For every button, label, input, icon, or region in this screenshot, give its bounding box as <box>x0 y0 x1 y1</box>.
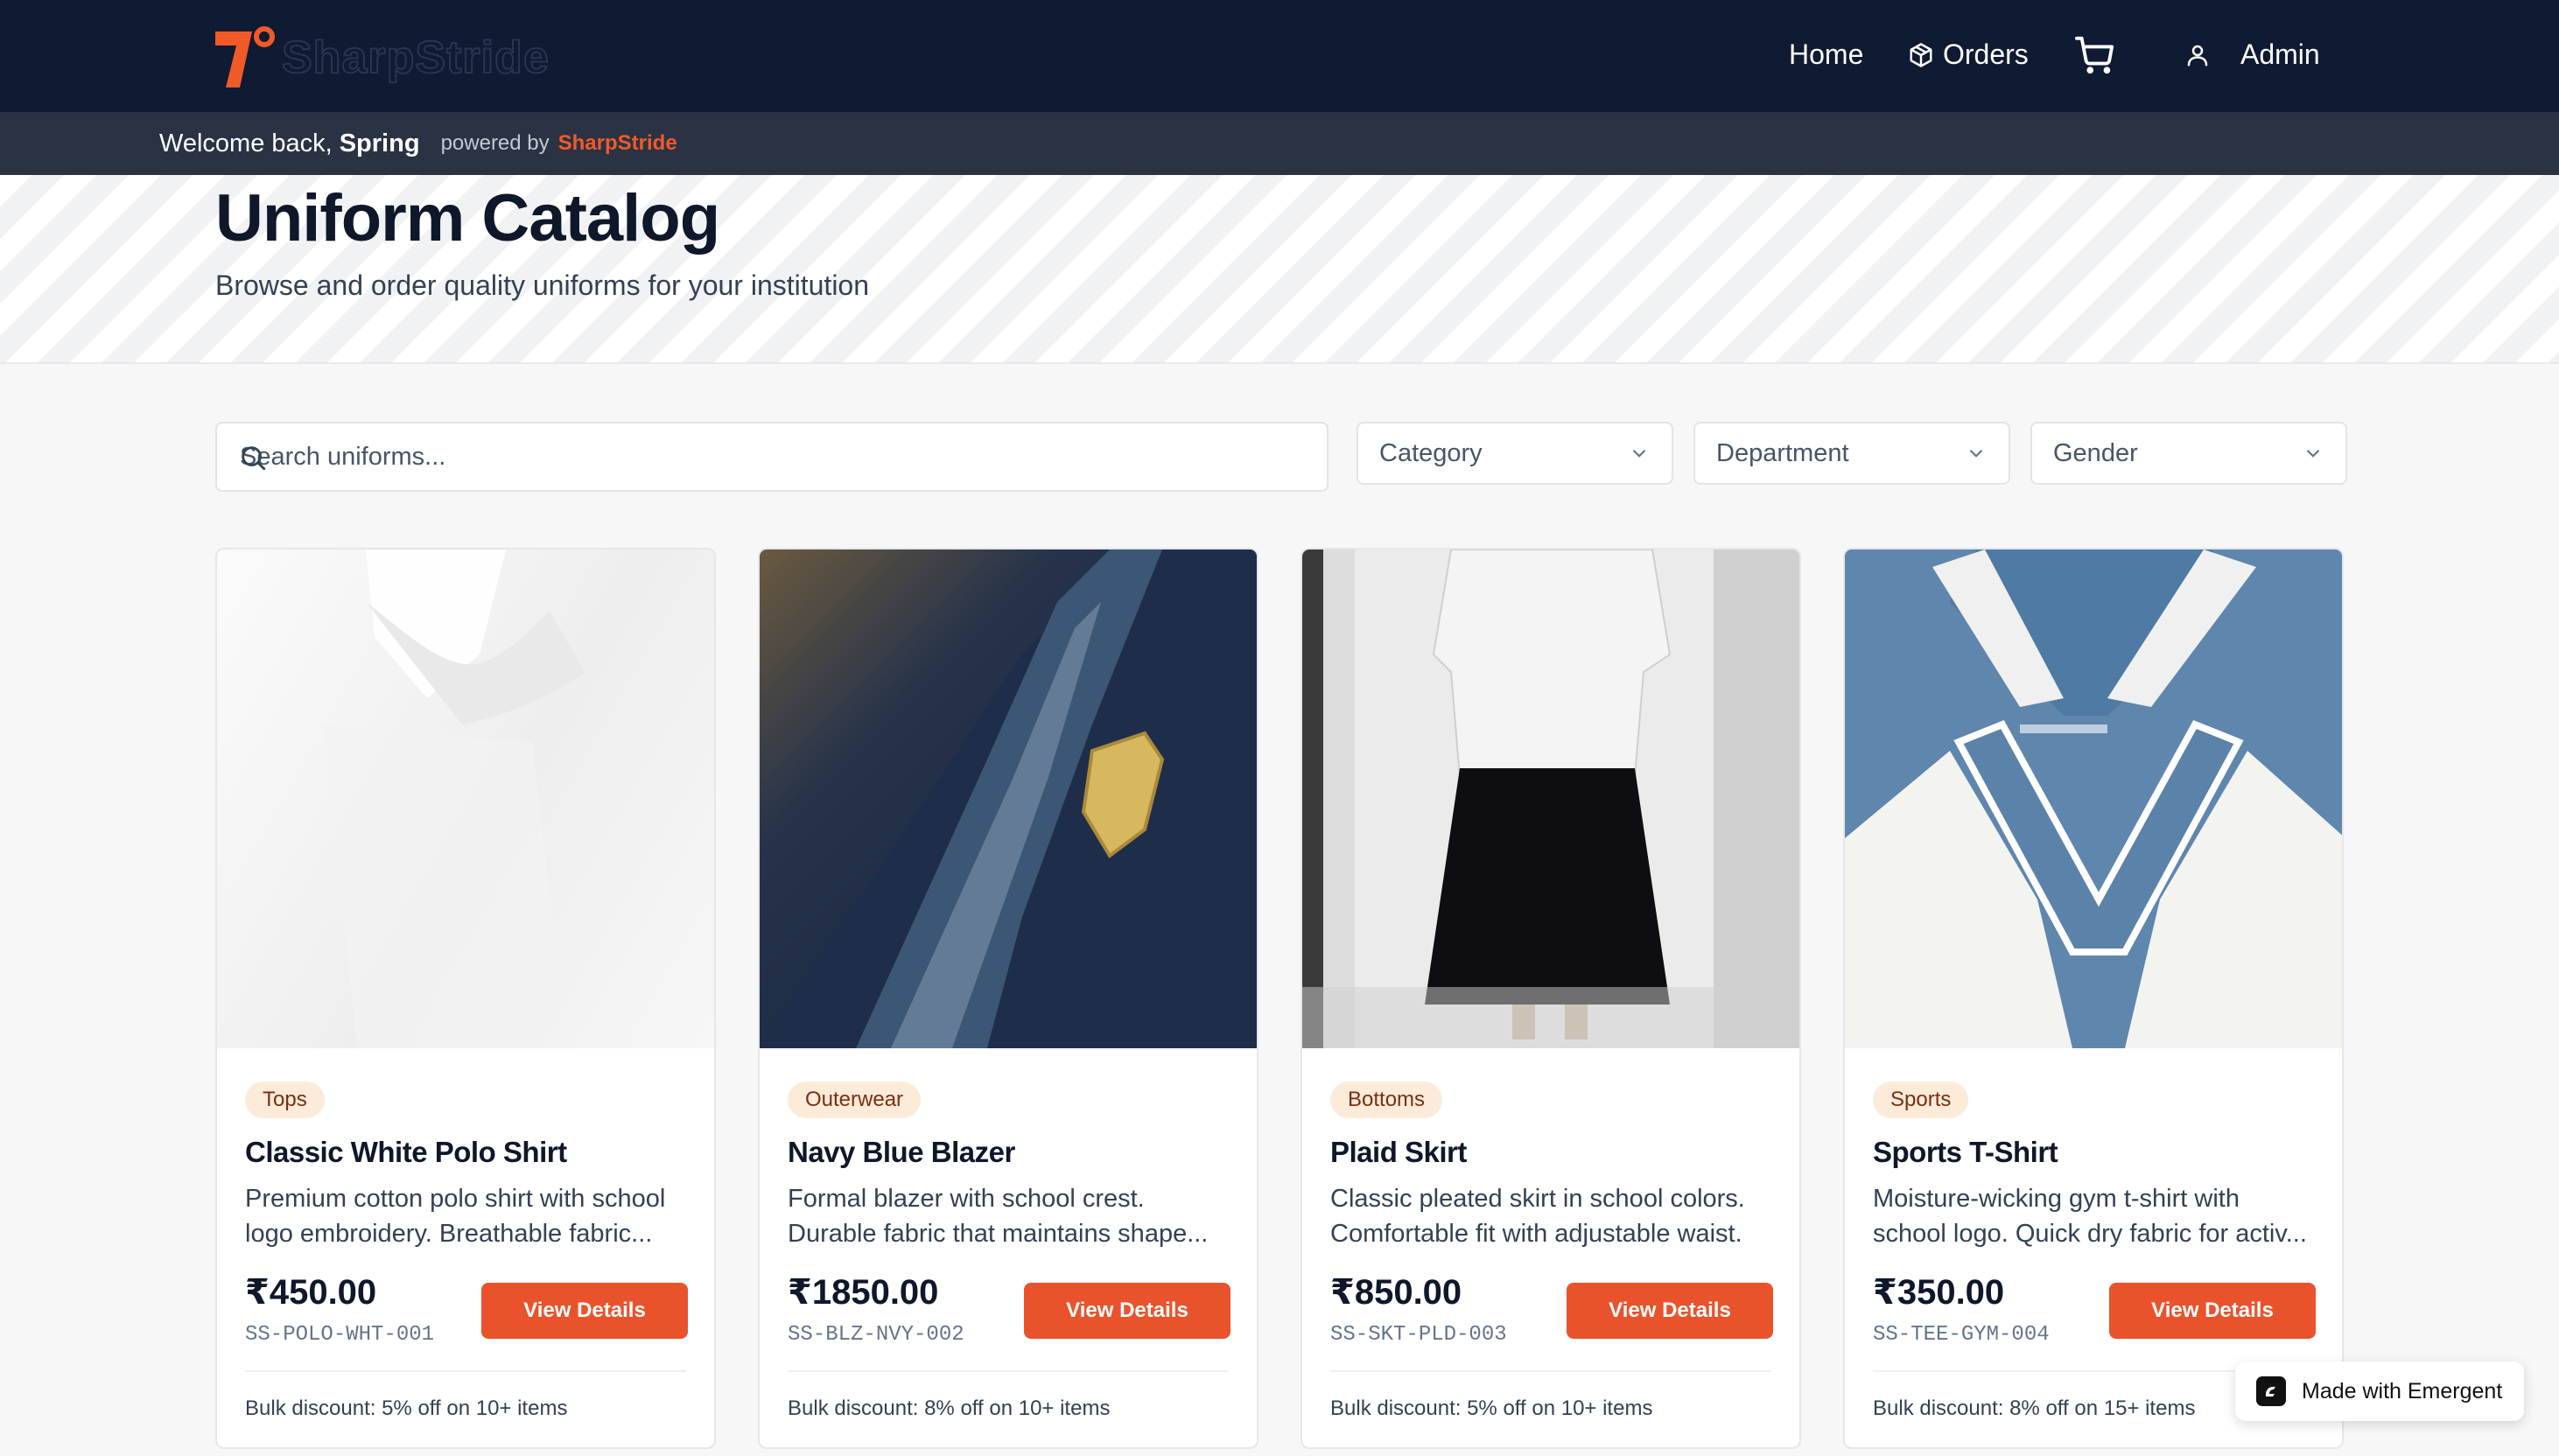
product-name[interactable]: Sports T-Shirt <box>1873 1136 2058 1169</box>
category-select[interactable]: Category <box>1357 422 1673 485</box>
blazer-illustration <box>760 550 1257 1048</box>
chevron-down-icon <box>1632 449 1646 458</box>
product-description: Classic pleated skirt in school colors. … <box>1330 1181 1777 1251</box>
product-description-line: Moisture-wicking gym t-shirt with <box>1873 1185 2240 1213</box>
card-divider <box>1330 1370 1771 1372</box>
page-subtitle: Browse and order quality uniforms for yo… <box>215 270 870 301</box>
chevron-down-icon <box>2306 449 2320 458</box>
card-divider <box>788 1370 1229 1372</box>
package-icon <box>1910 42 1932 67</box>
welcome-bar: Welcome back, Spring powered by SharpStr… <box>0 112 2559 175</box>
product-name[interactable]: Plaid Skirt <box>1330 1136 1467 1169</box>
made-with-emergent-badge[interactable]: Made with Emergent <box>2235 1362 2524 1421</box>
category-badge: Tops <box>245 1082 325 1118</box>
product-price: ₹850.00 <box>1330 1273 1462 1312</box>
bulk-discount-text: Bulk discount: 8% off on 15+ items <box>1873 1396 2196 1420</box>
department-select[interactable]: Department <box>1693 422 2010 485</box>
page-title: Uniform Catalog <box>215 181 720 256</box>
cart-button[interactable] <box>2074 35 2116 75</box>
admin-account-link[interactable]: Admin <box>2184 38 2320 71</box>
polo-shirt-illustration <box>322 550 585 1048</box>
product-description-line: school logo. Quick dry fabric for activ.… <box>1873 1220 2307 1248</box>
view-details-button[interactable]: View Details <box>2109 1283 2316 1339</box>
category-badge: Bottoms <box>1330 1082 1443 1118</box>
view-details-button[interactable]: View Details <box>481 1283 688 1339</box>
powered-by-text: powered by <box>440 131 550 155</box>
powered-by-brand: SharpStride <box>557 131 677 155</box>
skirt-illustration <box>1302 550 1799 1048</box>
chevron-down-icon <box>1969 449 1983 458</box>
brand-logo[interactable]: SharpStride <box>214 26 550 89</box>
logo-mark-icon <box>215 26 275 88</box>
product-description-line: logo embroidery. Breathable fabric... <box>245 1220 653 1248</box>
product-description-line: Durable fabric that maintains shape... <box>788 1220 1209 1248</box>
search-box[interactable] <box>215 422 1329 492</box>
page-hero: Uniform Catalog Browse and order quality… <box>0 175 2559 364</box>
nav-home-link[interactable]: Home <box>1789 38 1863 71</box>
made-with-emergent-label: Made with Emergent <box>2302 1378 2503 1404</box>
product-sku: SS-POLO-WHT-001 <box>245 1323 435 1347</box>
category-badge: Outerwear <box>788 1082 922 1118</box>
gender-select[interactable]: Gender <box>2030 422 2347 485</box>
welcome-text: Welcome back, <box>159 129 333 158</box>
product-name[interactable]: Classic White Polo Shirt <box>245 1136 567 1169</box>
nav-orders-link[interactable]: Orders <box>1908 38 2029 71</box>
view-details-button[interactable]: View Details <box>1567 1283 1773 1339</box>
category-badge: Sports <box>1873 1082 1969 1118</box>
gender-select-label: Gender <box>2053 438 2138 467</box>
product-image-blazer[interactable] <box>760 550 1257 1048</box>
product-image-polo-shirt[interactable] <box>217 550 714 1048</box>
product-description: Premium cotton polo shirt with school lo… <box>245 1181 691 1251</box>
product-description-line: Classic pleated skirt in school colors. <box>1330 1185 1745 1213</box>
emergent-logo-icon <box>2256 1376 2286 1406</box>
product-sku: SS-BLZ-NVY-002 <box>788 1323 964 1347</box>
shopping-cart-icon <box>2075 36 2114 74</box>
product-image-sports-tshirt[interactable] <box>1845 550 2342 1048</box>
user-icon <box>2187 45 2208 66</box>
admin-label: Admin <box>2240 38 2320 70</box>
bulk-discount-text: Bulk discount: 5% off on 10+ items <box>1330 1396 1653 1420</box>
product-price: ₹1850.00 <box>788 1273 939 1312</box>
bulk-discount-text: Bulk discount: 8% off on 10+ items <box>788 1396 1111 1420</box>
product-card[interactable]: Tops Classic White Polo Shirt Premium co… <box>215 548 716 1449</box>
product-price: ₹450.00 <box>245 1273 377 1312</box>
product-image-skirt[interactable] <box>1302 550 1799 1048</box>
top-navbar: SharpStride Home Orders Admin <box>0 0 2559 112</box>
search-icon <box>242 446 266 471</box>
product-description-line: Premium cotton polo shirt with school <box>245 1185 666 1213</box>
product-card[interactable]: Outerwear Navy Blue Blazer Formal blazer… <box>758 548 1258 1449</box>
welcome-user-name: Spring <box>339 129 420 158</box>
product-description: Formal blazer with school crest. Durable… <box>788 1181 1234 1251</box>
department-select-label: Department <box>1716 438 1849 467</box>
product-sku: SS-TEE-GYM-004 <box>1873 1323 2050 1347</box>
card-divider <box>245 1370 686 1372</box>
product-sku: SS-SKT-PLD-003 <box>1330 1323 1507 1347</box>
nav-orders-label: Orders <box>1943 38 2029 70</box>
product-description-line: Comfortable fit with adjustable waist. <box>1330 1220 1742 1248</box>
tshirt-illustration <box>1845 550 2342 1048</box>
product-description-line: Formal blazer with school crest. <box>788 1185 1145 1213</box>
category-select-label: Category <box>1379 438 1483 467</box>
product-price: ₹350.00 <box>1873 1273 2005 1312</box>
view-details-button[interactable]: View Details <box>1024 1283 1230 1339</box>
product-card[interactable]: Bottoms Plaid Skirt Classic pleated skir… <box>1301 548 1801 1449</box>
product-card[interactable]: Sports Sports T-Shirt Moisture-wicking g… <box>1843 548 2344 1449</box>
product-name[interactable]: Navy Blue Blazer <box>788 1136 1015 1169</box>
search-input[interactable] <box>240 442 1327 472</box>
bulk-discount-text: Bulk discount: 5% off on 10+ items <box>245 1396 568 1420</box>
product-description: Moisture-wicking gym t-shirt with school… <box>1873 1181 2319 1251</box>
logo-text: SharpStride <box>281 32 550 84</box>
